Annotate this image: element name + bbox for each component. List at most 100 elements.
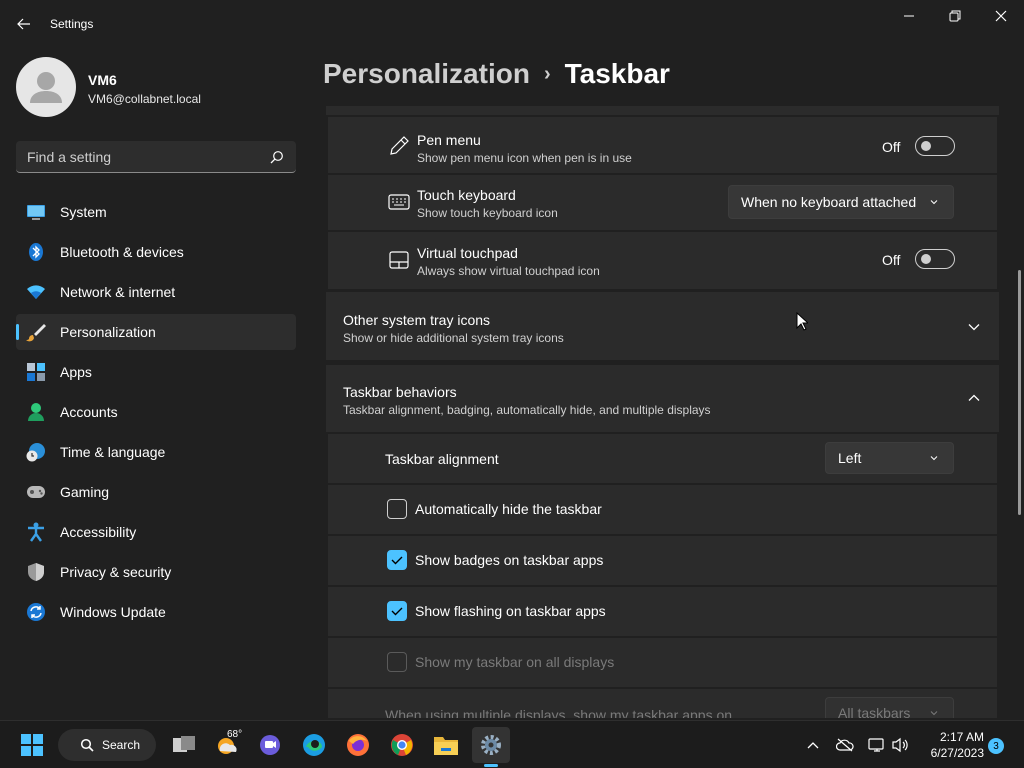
breadcrumb-parent[interactable]: Personalization [323, 58, 530, 90]
restore-button[interactable] [932, 0, 978, 32]
breadcrumb: Personalization › Taskbar [323, 58, 670, 90]
start-button[interactable] [16, 729, 48, 761]
teams-chat-button[interactable] [254, 729, 286, 761]
tray-cloud-button[interactable] [836, 736, 854, 754]
sidebar-item-apps[interactable]: Apps [16, 354, 296, 390]
file-explorer-button[interactable] [430, 729, 462, 761]
touch-keyboard-title: Touch keyboard [417, 187, 516, 203]
edge-button[interactable] [298, 729, 330, 761]
restore-icon [949, 10, 961, 22]
search-box[interactable] [16, 141, 296, 173]
taskbar-alignment-value: Left [838, 450, 862, 466]
pen-menu-title: Pen menu [417, 132, 481, 148]
shield-icon [26, 562, 46, 582]
mouse-cursor-icon [796, 312, 808, 331]
minimize-button[interactable] [886, 0, 932, 32]
sidebar-item-label: Bluetooth & devices [60, 244, 184, 260]
folder-icon [434, 737, 458, 755]
chevron-up-icon[interactable] [967, 391, 981, 405]
auto-hide-checkbox[interactable] [387, 499, 407, 519]
sidebar-item-label: Accounts [60, 404, 118, 420]
sidebar-item-gaming[interactable]: Gaming [16, 474, 296, 510]
sidebar-item-label: Gaming [60, 484, 110, 500]
tray-overflow-button[interactable] [804, 736, 822, 754]
tray-network-button[interactable] [868, 736, 886, 754]
network-icon [868, 738, 884, 752]
sidebar-item-label: Network & internet [60, 284, 176, 300]
all-displays-label: Show my taskbar on all displays [415, 654, 615, 670]
monitor-icon [26, 202, 46, 222]
taskbar-search[interactable]: Search [58, 729, 156, 761]
pen-menu-toggle[interactable] [915, 136, 955, 156]
active-app-indicator [484, 764, 498, 767]
close-button[interactable] [978, 0, 1024, 32]
clock-date[interactable]: 6/27/2023 [920, 746, 984, 760]
sidebar-item-bluetooth[interactable]: Bluetooth & devices [16, 234, 296, 270]
notification-badge[interactable]: 3 [988, 738, 1004, 754]
back-button[interactable] [10, 10, 38, 38]
sidebar-item-privacy-security[interactable]: Privacy & security [16, 554, 296, 590]
touch-keyboard-dropdown[interactable]: When no keyboard attached [728, 185, 954, 219]
sidebar-item-network[interactable]: Network & internet [16, 274, 296, 310]
search-input[interactable] [16, 141, 266, 172]
multi-display-dropdown[interactable]: All taskbars [825, 697, 954, 718]
sidebar-item-label: Time & language [60, 444, 166, 460]
checkmark-icon [391, 556, 403, 565]
touch-keyboard-value: When no keyboard attached [741, 194, 917, 210]
chrome-button[interactable] [386, 729, 418, 761]
taskbar-alignment-row: Taskbar alignment Left [328, 434, 997, 483]
card-remnant [326, 106, 999, 115]
wifi-icon [26, 282, 46, 302]
gear-icon [481, 735, 501, 755]
sidebar-item-label: Personalization [60, 324, 156, 340]
multi-display-value: All taskbars [838, 705, 911, 718]
keyboard-icon [388, 191, 410, 213]
sidebar-item-label: Privacy & security [60, 564, 172, 580]
sidebar-item-accessibility[interactable]: Accessibility [16, 514, 296, 550]
sidebar-item-label: Windows Update [60, 604, 166, 620]
sidebar-item-time-language[interactable]: Time & language [16, 434, 296, 470]
taskbar-alignment-dropdown[interactable]: Left [825, 442, 954, 474]
all-displays-row: Show my taskbar on all displays [328, 638, 997, 687]
minimize-icon [904, 15, 914, 17]
sidebar-item-accounts[interactable]: Accounts [16, 394, 296, 430]
refresh-icon [26, 602, 46, 622]
tray-volume-button[interactable] [892, 736, 910, 754]
badges-label: Show badges on taskbar apps [415, 552, 604, 568]
touch-keyboard-row: Touch keyboard Show touch keyboard icon … [328, 175, 997, 230]
pen-menu-state: Off [882, 139, 901, 155]
chrome-icon [391, 734, 413, 756]
breadcrumb-separator: › [543, 62, 551, 85]
taskbar: Search 68° 2:17 AM 6/27/2023 3 [0, 720, 1024, 768]
clock-time[interactable]: 2:17 AM [928, 730, 984, 744]
globe-clock-icon [26, 442, 46, 462]
taskbar-behaviors-expander[interactable]: Taskbar behaviors Taskbar alignment, bad… [326, 365, 999, 432]
search-icon[interactable] [270, 150, 284, 164]
apps-icon [26, 362, 46, 382]
other-tray-icons-expander[interactable]: Other system tray icons Show or hide add… [326, 292, 999, 360]
pen-menu-subtitle: Show pen menu icon when pen is in use [417, 151, 632, 165]
virtual-touchpad-toggle[interactable] [915, 249, 955, 269]
bluetooth-icon [26, 242, 46, 262]
all-displays-checkbox[interactable] [387, 652, 407, 672]
sidebar-item-label: Apps [60, 364, 92, 380]
flashing-checkbox[interactable] [387, 601, 407, 621]
multi-display-row: When using multiple displays, show my ta… [328, 689, 997, 718]
pen-menu-row: Pen menu Show pen menu icon when pen is … [328, 117, 997, 173]
user-email: VM6@collabnet.local [88, 92, 201, 106]
settings-app-button[interactable] [475, 729, 507, 761]
sidebar-item-system[interactable]: System [16, 194, 296, 230]
content-scrollbar[interactable] [1018, 270, 1021, 515]
checkmark-icon [391, 607, 403, 616]
task-view-button[interactable] [168, 729, 200, 761]
controller-icon [26, 482, 46, 502]
touch-keyboard-subtitle: Show touch keyboard icon [417, 206, 558, 220]
sidebar-item-personalization[interactable]: Personalization [16, 314, 296, 350]
badges-checkbox[interactable] [387, 550, 407, 570]
avatar[interactable] [16, 57, 76, 117]
chevron-down-icon[interactable] [967, 320, 981, 334]
windows-logo-icon [21, 734, 43, 756]
title-bar: Settings [0, 0, 1024, 48]
firefox-button[interactable] [342, 729, 374, 761]
sidebar-item-windows-update[interactable]: Windows Update [16, 594, 296, 630]
